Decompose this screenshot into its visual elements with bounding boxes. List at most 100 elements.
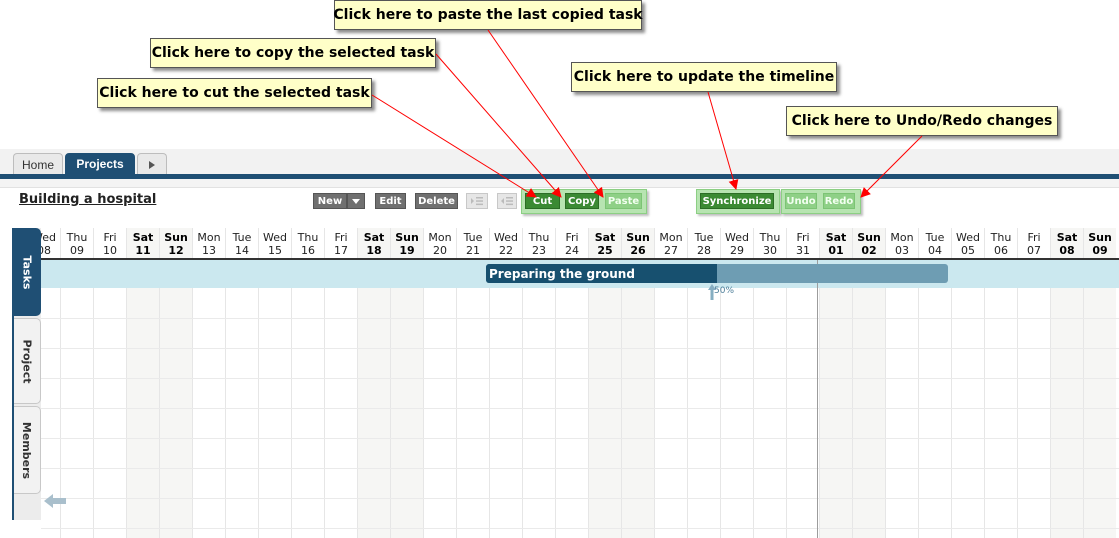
- day-date: 22: [499, 244, 513, 257]
- undo-button[interactable]: Undo: [785, 193, 817, 209]
- day-date: 21: [466, 244, 480, 257]
- side-tab-project-label: Project: [20, 338, 34, 384]
- day-date: 20: [433, 244, 447, 257]
- day-date: 17: [334, 244, 348, 257]
- day-date: 26: [630, 244, 646, 257]
- side-tab-tasks-label: Tasks: [20, 255, 34, 289]
- day-name: Tue: [463, 231, 483, 244]
- day-name: Sun: [1088, 231, 1112, 244]
- side-tab-project[interactable]: Project: [14, 318, 41, 404]
- day-name: Sat: [594, 231, 616, 244]
- day-date: 05: [961, 244, 975, 257]
- day-date: 13: [202, 244, 216, 257]
- row-line: [41, 438, 1119, 439]
- edit-button[interactable]: Edit: [375, 193, 406, 209]
- day-name: Sun: [626, 231, 650, 244]
- day-date: 16: [301, 244, 315, 257]
- task-name: Preparing the ground: [489, 267, 635, 281]
- tab-home[interactable]: Home: [13, 153, 63, 175]
- triangle-right-icon: [149, 160, 155, 169]
- day-date: 23: [532, 244, 546, 257]
- day-name: Mon: [428, 231, 452, 244]
- new-button[interactable]: New: [313, 193, 347, 209]
- callout-cut: Click here to cut the selected task: [97, 78, 372, 108]
- day-date: 04: [928, 244, 942, 257]
- row-line: [41, 348, 1119, 349]
- copy-button[interactable]: Copy: [565, 193, 599, 209]
- day-date: 08: [1059, 244, 1075, 257]
- day-date: 02: [861, 244, 877, 257]
- day-date: 31: [796, 244, 810, 257]
- day-date: 03: [895, 244, 909, 257]
- day-name: Sat: [825, 231, 847, 244]
- callout-undo-redo: Click here to Undo/Redo changes: [786, 106, 1058, 136]
- day-name: Mon: [890, 231, 914, 244]
- day-name: Thu: [528, 231, 550, 244]
- row-line: [41, 528, 1119, 529]
- day-date: 12: [168, 244, 184, 257]
- delete-button[interactable]: Delete: [415, 193, 458, 209]
- day-name: Fri: [796, 231, 810, 244]
- day-name: Tue: [694, 231, 714, 244]
- chevron-down-icon: [352, 198, 360, 204]
- day-name: Fri: [1027, 231, 1041, 244]
- indent-button[interactable]: [466, 193, 488, 209]
- day-date: 24: [565, 244, 579, 257]
- day-name: Fri: [565, 231, 579, 244]
- side-tab-members[interactable]: Members: [14, 406, 41, 494]
- cut-button[interactable]: Cut: [525, 193, 560, 209]
- day-name: Tue: [232, 231, 252, 244]
- day-name: Wed: [41, 231, 56, 244]
- outdent-icon: [501, 197, 513, 206]
- day-date: 09: [1092, 244, 1108, 257]
- day-name: Sat: [132, 231, 154, 244]
- day-name: Wed: [263, 231, 287, 244]
- day-name: Sun: [395, 231, 419, 244]
- arrow-left-icon[interactable]: [44, 493, 66, 509]
- synchronize-button[interactable]: Synchronize: [700, 193, 774, 209]
- day-name: Mon: [659, 231, 683, 244]
- callout-synchronize: Click here to update the timeline: [571, 62, 837, 92]
- tab-projects[interactable]: Projects: [65, 153, 135, 175]
- tab-bar: [0, 149, 1119, 175]
- day-date: 08: [41, 244, 51, 257]
- task-progress: 50%: [714, 286, 735, 296]
- day-name: Thu: [66, 231, 88, 244]
- row-line: [41, 468, 1119, 469]
- sub-header-strip: [0, 179, 1119, 188]
- day-name: Thu: [759, 231, 781, 244]
- day-date: 10: [103, 244, 117, 257]
- day-name: Wed: [725, 231, 749, 244]
- day-name: Wed: [956, 231, 980, 244]
- side-tab-tasks[interactable]: Tasks: [14, 228, 41, 316]
- callout-paste: Click here to paste the last copied task: [333, 0, 643, 30]
- day-date: 19: [399, 244, 415, 257]
- day-name: Thu: [990, 231, 1012, 244]
- day-date: 18: [366, 244, 382, 257]
- day-name: Sat: [363, 231, 385, 244]
- redo-button[interactable]: Redo: [823, 193, 855, 209]
- day-date: 06: [994, 244, 1008, 257]
- day-date: 27: [664, 244, 678, 257]
- day-name: Thu: [297, 231, 319, 244]
- new-dropdown-button[interactable]: [347, 193, 365, 209]
- project-title[interactable]: Building a hospital: [19, 192, 156, 207]
- row-line: [41, 318, 1119, 319]
- day-date: 01: [828, 244, 844, 257]
- indent-icon: [471, 197, 483, 206]
- day-name: Wed: [494, 231, 518, 244]
- day-date: 28: [697, 244, 711, 257]
- day-name: Sun: [164, 231, 188, 244]
- day-date: 15: [268, 244, 282, 257]
- outdent-button[interactable]: [497, 193, 517, 209]
- day-name: Fri: [334, 231, 348, 244]
- side-tab-members-label: Members: [20, 421, 34, 479]
- day-date: 07: [1027, 244, 1041, 257]
- gantt-grid[interactable]: Wed08Thu09Fri10Sat11Sun12Mon13Tue14Wed15…: [41, 228, 1119, 538]
- paste-button[interactable]: Paste: [605, 193, 642, 209]
- row-line: [41, 408, 1119, 409]
- more-tabs-button[interactable]: [137, 153, 167, 175]
- day-date: 11: [135, 244, 151, 257]
- day-date: 14: [235, 244, 249, 257]
- callout-copy: Click here to copy the selected task: [150, 38, 436, 68]
